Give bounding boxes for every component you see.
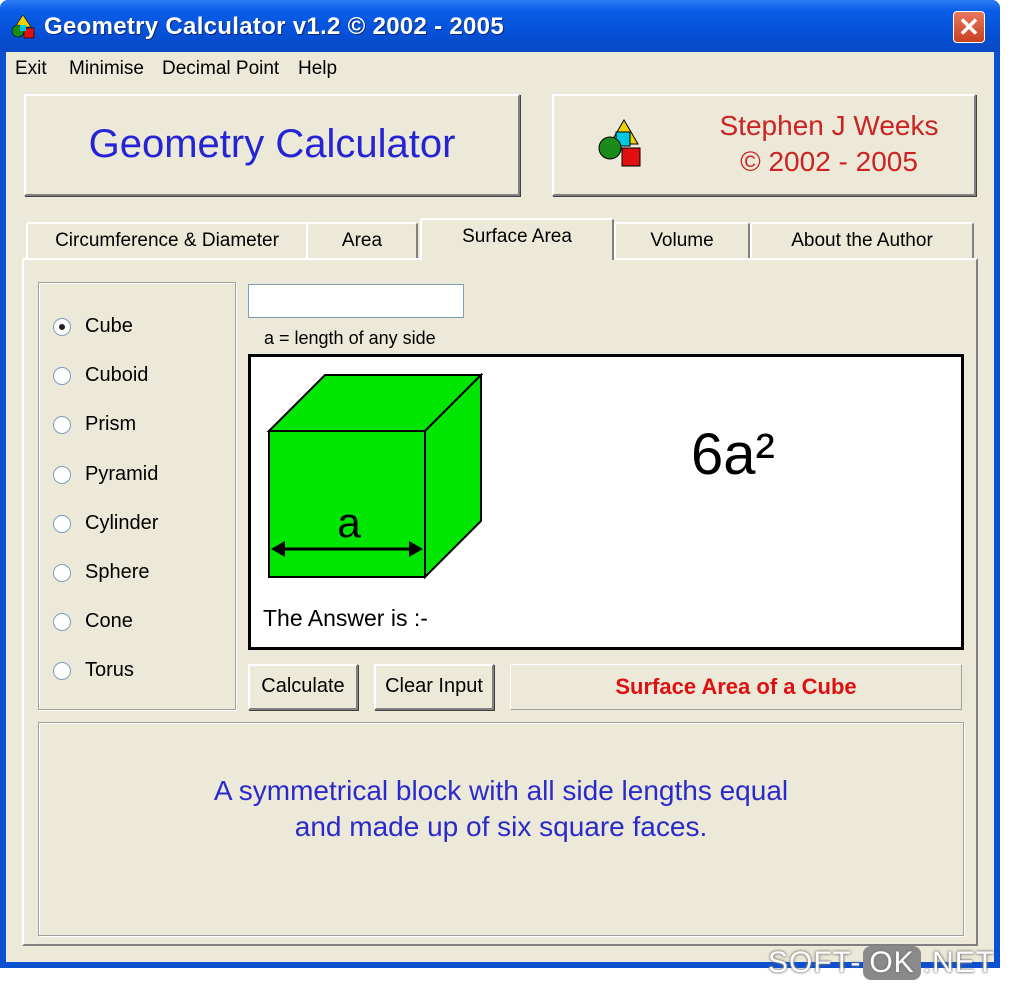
clear-input-button[interactable]: Clear Input (374, 664, 494, 710)
radio-label: Cone (85, 610, 133, 632)
close-button[interactable]: ✕ (953, 11, 985, 43)
radio-button[interactable] (53, 318, 71, 336)
menu-bar: Exit Minimise Decimal Point Help (6, 52, 994, 86)
close-icon: ✕ (958, 12, 980, 42)
app-name-panel: Geometry Calculator (24, 94, 520, 196)
tab-about-author[interactable]: About the Author (750, 222, 974, 258)
tab-surface-area[interactable]: Surface Area (420, 218, 614, 260)
geometry-shapes-icon (598, 119, 641, 167)
cube-illustration: a (266, 372, 483, 580)
author-name: Stephen J Weeks (719, 110, 939, 141)
menu-decimal-point[interactable]: Decimal Point (162, 58, 279, 80)
tab-circumference-diameter[interactable]: Circumference & Diameter (26, 222, 308, 258)
calculate-button[interactable]: Calculate (248, 664, 358, 710)
radio-label: Pyramid (85, 463, 159, 485)
watermark-box: OK (863, 946, 921, 980)
window-title: Geometry Calculator v1.2 © 2002 - 2005 (44, 13, 504, 40)
menu-exit[interactable]: Exit (15, 58, 47, 80)
radio-button[interactable] (53, 515, 71, 533)
tab-area[interactable]: Area (306, 222, 418, 258)
surface-area-tab-panel: Cube Cuboid Prism Pyramid Cylinder Spher… (22, 258, 978, 946)
radio-label: Prism (85, 413, 137, 435)
menu-minimise[interactable]: Minimise (69, 58, 144, 80)
author-panel: Stephen J Weeks © 2002 - 2005 (552, 94, 976, 196)
radio-button[interactable] (53, 416, 71, 434)
app-name-label: Geometry Calculator (88, 122, 456, 166)
description-line-2: and made up of six square faces. (294, 811, 708, 842)
result-title: Surface Area of a Cube (510, 664, 962, 710)
app-window: Geometry Calculator v1.2 © 2002 - 2005 ✕… (0, 0, 1000, 968)
radio-label: Cuboid (85, 364, 149, 386)
input-hint-label: a = length of any side (264, 328, 436, 348)
description-panel: A symmetrical block with all side length… (38, 722, 964, 936)
watermark: SOFT- OK .NET (768, 946, 995, 980)
side-label: a (337, 499, 361, 546)
radio-label: Sphere (85, 561, 150, 583)
description-line-1: A symmetrical block with all side length… (213, 775, 789, 806)
shape-radio-group: Cube Cuboid Prism Pyramid Cylinder Spher… (38, 282, 236, 710)
author-years: © 2002 - 2005 (740, 146, 918, 177)
client-area: Exit Minimise Decimal Point Help Geometr… (6, 52, 994, 962)
radio-label: Cylinder (85, 512, 159, 534)
diagram-box: a 6a² The Answer is :- (248, 354, 964, 650)
radio-label: Torus (85, 659, 134, 681)
radio-button[interactable] (53, 662, 71, 680)
tab-volume[interactable]: Volume (614, 222, 750, 258)
geometry-shapes-icon (11, 14, 35, 39)
radio-button[interactable] (53, 613, 71, 631)
answer-label: The Answer is :- (263, 605, 428, 631)
watermark-left: SOFT- (768, 946, 862, 979)
radio-label: Cube (85, 315, 133, 337)
formula-label: 6a² (691, 422, 775, 487)
side-length-input[interactable] (248, 284, 464, 318)
radio-button[interactable] (53, 564, 71, 582)
radio-button[interactable] (53, 367, 71, 385)
watermark-right: .NET (922, 946, 996, 979)
radio-button[interactable] (53, 466, 71, 484)
title-bar[interactable]: Geometry Calculator v1.2 © 2002 - 2005 ✕ (0, 0, 1000, 52)
menu-help[interactable]: Help (298, 58, 337, 80)
